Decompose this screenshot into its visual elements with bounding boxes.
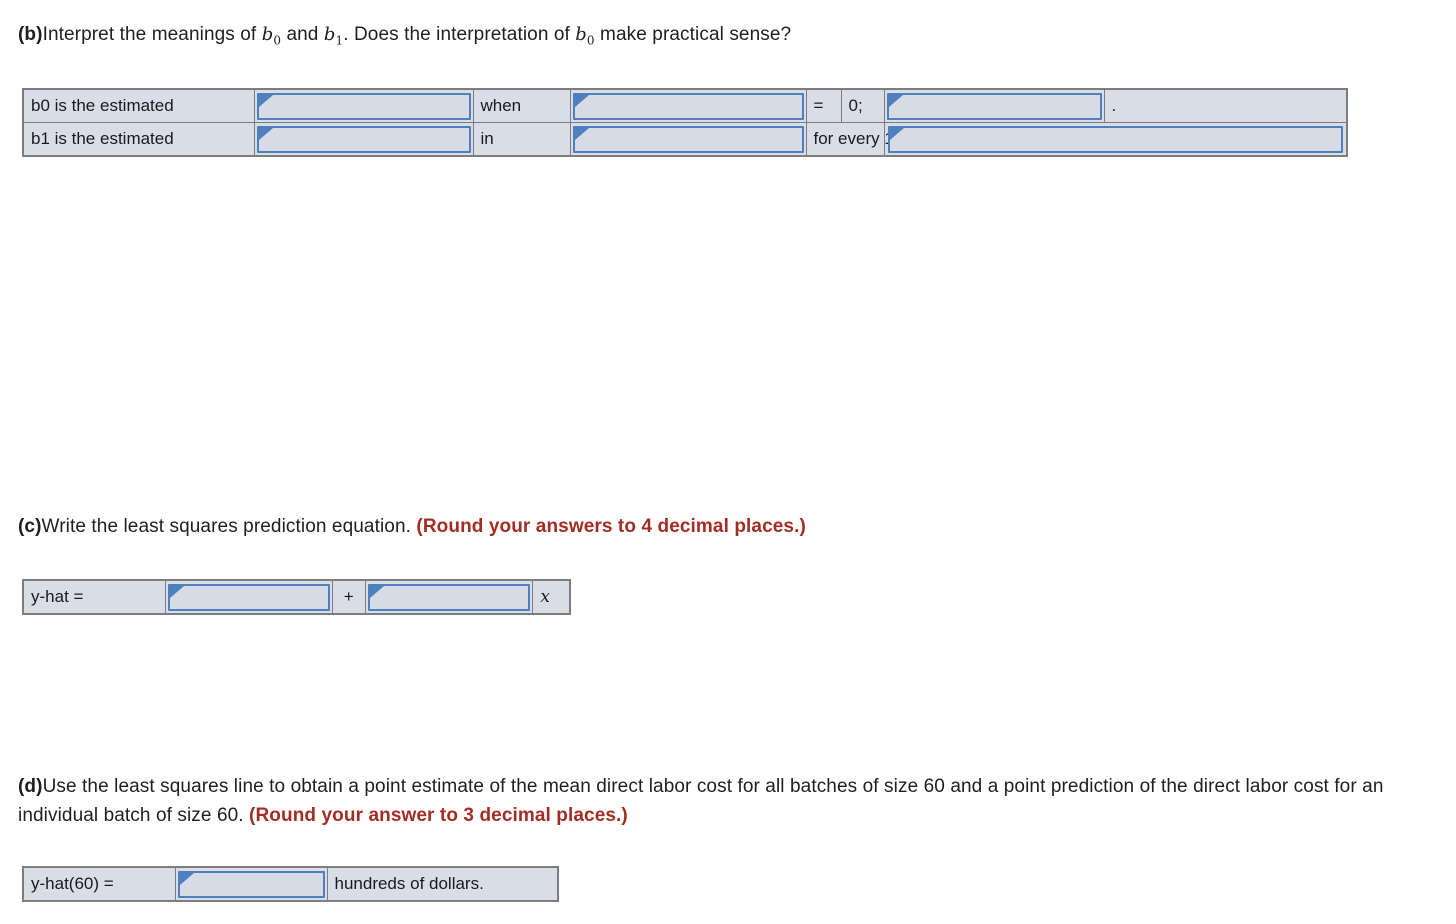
b1-variable-select[interactable] [887,125,1343,153]
table-row: y-hat(60) = hundreds of dollars. [22,866,559,902]
y-hat-60-label: y-hat(60) = [22,866,176,902]
b0-sense-select-cell [883,88,1105,123]
part-c-label: (c) [18,516,42,537]
b0-meaning-select-cell [253,88,474,123]
part-c-question: (c)Write the least squares prediction eq… [18,512,1418,541]
part-b-answer-table: b0 is the estimated when = 0; . b1 is th… [22,88,1348,157]
part-b-question: (b)Interpret the meanings of b0 and b1. … [18,20,1418,56]
y-hat-60-input[interactable] [177,870,325,898]
b0-zero-value: 0; [840,88,885,123]
y-hat-60-units-label: hundreds of dollars. [326,866,559,902]
b0-sense-select[interactable] [886,92,1102,120]
b1-units-select[interactable] [572,125,804,153]
math-var-b0-first: b0 [261,24,282,48]
y-hat-60-input-cell [174,866,328,902]
b1-units-select-cell [569,122,807,157]
plus-sign: + [331,579,366,615]
math-var-b0-second: b0 [575,24,595,48]
b1-in-label: in [472,122,571,157]
b1-variable-select-cell [883,122,1348,157]
b1-meaning-select-cell [253,122,474,157]
part-c-rounding-note: (Round your answers to 4 decimal places.… [416,516,806,537]
part-b-text-1: Interpret the meanings of [42,24,262,45]
y-hat-label: y-hat = [22,579,167,615]
part-b-label: (b) [18,24,43,45]
b1-meaning-select[interactable] [256,125,471,153]
part-d-text: Use the least squares line to obtain a p… [18,776,1384,826]
part-d-rounding-note: (Round your answer to 3 decimal places.) [249,805,628,826]
b1-coefficient-input[interactable] [367,583,531,611]
b0-condition-select-cell [569,88,807,123]
part-b-text-3: . Does the interpretation of [343,24,576,45]
b0-equals-sign: = [805,88,842,123]
b0-label-cell: b0 is the estimated [22,88,255,123]
part-c-answer-table: y-hat = + x [22,579,571,615]
table-row: y-hat = + x [22,579,571,615]
x-variable-label: x [532,579,571,615]
table-row: b0 is the estimated when = 0; . [22,88,1348,123]
part-b-text-4: make practical sense? [594,24,792,45]
table-row: b1 is the estimated in for every 1 unit … [22,122,1348,157]
part-c-text: Write the least squares prediction equat… [41,516,417,537]
part-d-question: (d)Use the least squares line to obtain … [18,772,1418,830]
b0-coefficient-input[interactable] [168,583,330,611]
b1-increase-label: for every 1 unit increase in [805,122,1013,157]
b0-condition-select[interactable] [572,92,804,120]
b0-coefficient-input-cell [165,579,333,615]
math-var-b1: b1 [323,24,344,48]
part-d-label: (d) [18,776,43,797]
b1-label-cell: b1 is the estimated [22,122,255,157]
b1-coefficient-input-cell [364,579,534,615]
b0-meaning-select[interactable] [256,92,471,120]
b0-period-cell: . [1103,88,1348,123]
part-b-text-2: and [281,24,324,45]
part-d-answer-table: y-hat(60) = hundreds of dollars. [22,866,559,902]
b0-when-label: when [472,88,571,123]
